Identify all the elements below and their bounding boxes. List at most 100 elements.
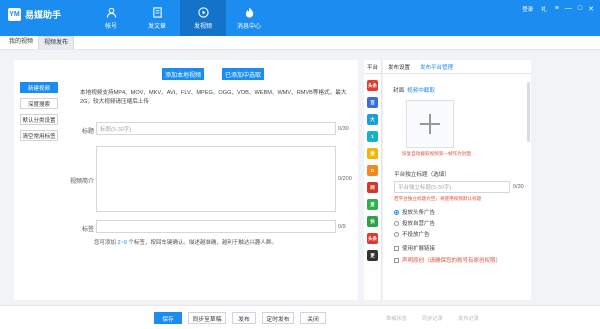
draft-status-link[interactable]: 草稿状态 — [386, 315, 407, 322]
tags-hint-post: 个标签，按回车键确认。描述越准确，越利于触达兴趣人群。 — [128, 240, 277, 246]
title-count: 0/30 — [338, 126, 349, 132]
nav-post-video[interactable]: 发视频 — [180, 0, 226, 36]
standalone-title-note: 若平台独立标题为空，将使用视频默认标题 — [394, 196, 482, 201]
radio-icon — [394, 220, 399, 226]
tab-platform-management[interactable]: 发布平台管理 — [415, 60, 458, 73]
title-label: 标题 — [81, 129, 94, 135]
plus-icon — [420, 114, 440, 134]
tab-publish-settings[interactable]: 发布设置 — [383, 60, 415, 73]
intro-count: 0/200 — [338, 176, 352, 182]
tab-video-publish[interactable]: 视频发布 — [38, 36, 75, 49]
nav-account-label: 帐号 — [104, 23, 117, 30]
radio-icon — [394, 231, 399, 237]
cover-label: 封面 — [393, 88, 405, 94]
checkbox-icon — [394, 245, 399, 251]
sub-tabs: 我的视频 视频发布 — [0, 36, 600, 50]
extend-link-label: 使用扩展链接 — [402, 246, 436, 252]
document-icon — [152, 6, 162, 18]
platform-icon-list: 头条百大 1 搜 D 网爱快头条更 — [364, 80, 381, 261]
kuaishou-icon[interactable]: 快 — [367, 216, 378, 227]
close-button[interactable]: 关闭 — [300, 312, 326, 324]
menu-icon[interactable]: ≡ — [555, 5, 559, 13]
tags-count: 0/9 — [338, 224, 346, 230]
sync-record-link[interactable]: 同步记录 — [422, 315, 443, 322]
more-icon[interactable]: 更 — [367, 250, 378, 261]
default-category-button[interactable]: 默认分类设置 — [20, 114, 58, 125]
tags-hint-range: 2~9 — [117, 240, 127, 246]
video-form-panel: 新建视频 深度搜索 默认分类设置 清空常用标签 添加本地视频 已添加中选取 本地… — [14, 60, 358, 300]
scheduled-publish-button[interactable]: 定时发布 — [262, 312, 294, 324]
sohu-icon[interactable]: 搜 — [367, 148, 378, 159]
intro-textarea[interactable] — [96, 146, 336, 212]
main-nav: 帐号 发文章 发视频 消息中心 — [88, 0, 272, 36]
ad-option-toutiao-label: 投放头条广告 — [402, 210, 436, 216]
nav-message-center[interactable]: 消息中心 — [226, 0, 272, 36]
capture-from-video-link[interactable]: 视频中截取 — [407, 86, 435, 94]
add-local-video-button[interactable]: 添加本地视频 — [162, 68, 204, 80]
original-declaration-checkbox[interactable]: 声明原创（请确保您的账号有原创权限） — [394, 256, 501, 264]
publish-button[interactable]: 发布 — [232, 312, 256, 324]
maximize-button[interactable]: □ — [578, 5, 582, 13]
ad-option-self-label: 投放自营广告 — [402, 221, 436, 227]
platform-column: 平台 头条百大 1 搜 D 网爱快头条更 — [364, 60, 382, 300]
logo-mark: YM — [8, 8, 21, 21]
publish-record-link[interactable]: 发布记录 — [458, 315, 479, 322]
fire-icon — [245, 6, 253, 18]
ad-option-self[interactable]: 投放自营广告 — [394, 219, 435, 227]
dayu-icon[interactable]: 大 — [367, 114, 378, 125]
settings-scrollbar[interactable] — [527, 82, 530, 142]
nav-account[interactable]: 帐号 — [88, 0, 134, 36]
minimize-button[interactable]: — — [565, 5, 572, 13]
tags-hint-pre: 您可添加 — [94, 240, 117, 246]
platform-header: 平台 — [364, 60, 381, 74]
ad-option-none[interactable]: 不投放广告 — [394, 230, 430, 238]
user-icon — [106, 7, 116, 18]
checkbox-icon — [394, 257, 399, 263]
bottom-action-bar: 保存 同步至草稿 发布 定时发布 关闭 草稿状态 同步记录 发布记录 — [0, 305, 600, 329]
standalone-title-input[interactable]: 平台独立标题(5-30字) — [394, 181, 510, 193]
deep-search-button[interactable]: 深度搜索 — [20, 98, 58, 109]
app-logo: YM 易媒助手 — [8, 8, 61, 21]
nav-message-center-label: 消息中心 — [236, 23, 261, 30]
close-window-button[interactable]: ✕ — [588, 5, 594, 13]
wangyi-icon[interactable]: 网 — [367, 182, 378, 193]
douyu-icon[interactable]: D — [367, 165, 378, 176]
side-actions: 新建视频 深度搜索 默认分类设置 清空常用标签 — [20, 82, 58, 141]
new-video-button[interactable]: 新建视频 — [20, 82, 58, 93]
standalone-title-label: 平台独立标题（选填） — [394, 172, 450, 178]
tab-my-videos[interactable]: 我的视频 — [4, 36, 38, 49]
title-input[interactable]: 标题(5-30字) — [96, 122, 336, 135]
toutiao-icon[interactable]: 头条 — [367, 80, 378, 91]
gift-icon[interactable]: 礼 — [541, 5, 547, 13]
select-added-video-button[interactable]: 已添加中选取 — [222, 68, 264, 80]
baijia-icon[interactable]: 百 — [367, 97, 378, 108]
aiqiyi-icon[interactable]: 爱 — [367, 199, 378, 210]
xigua-icon[interactable]: 头条 — [367, 233, 378, 244]
extend-link-checkbox[interactable]: 使用扩展链接 — [394, 244, 435, 252]
login-link[interactable]: 登录 — [522, 5, 533, 13]
save-button[interactable]: 保存 — [154, 312, 182, 324]
tags-label: 标签 — [81, 227, 94, 233]
play-icon — [197, 6, 209, 18]
settings-tabs: 发布设置 发布平台管理 — [383, 60, 531, 74]
app-name: 易媒助手 — [25, 10, 62, 20]
intro-label: 视频简介 — [69, 179, 94, 185]
yidian-icon[interactable]: 1 — [367, 131, 378, 142]
ad-option-toutiao[interactable]: 投放头条广告 — [394, 208, 435, 216]
ad-option-none-label: 不投放广告 — [402, 232, 430, 238]
supported-formats-text: 本地视频支持MP4、MOV、MKV、AVI、FLV、MPEG、OGG、VOB、W… — [80, 90, 347, 105]
nav-post-article[interactable]: 发文章 — [134, 0, 180, 36]
sync-draft-button[interactable]: 同步至草稿 — [188, 312, 226, 324]
nav-post-video-label: 发视频 — [193, 23, 212, 30]
cover-upload-box[interactable] — [406, 100, 454, 148]
nav-post-article-label: 发文章 — [147, 23, 166, 30]
tags-input[interactable] — [96, 220, 336, 233]
top-bar: YM 易媒助手 帐号 发文章 发视频 消息中心 登录 礼 ≡ — □ ✕ — [0, 0, 600, 36]
tags-hint: 您可添加 2~9 个标签，按回车键确认。描述越准确，越利于触达兴趣人群。 — [94, 238, 277, 246]
original-declaration-label: 声明原创（请确保您的账号有原创权限） — [402, 258, 502, 264]
cover-note: 恢复自动截取视频第一帧作为封面 — [402, 151, 471, 156]
standalone-title-count: 0/30 — [513, 184, 524, 190]
clear-tags-button[interactable]: 清空常用标签 — [20, 130, 58, 141]
radio-checked-icon — [394, 209, 399, 215]
publish-settings-panel: 发布设置 发布平台管理 封面 视频中截取 恢复自动截取视频第一帧作为封面 平台独… — [383, 60, 531, 300]
